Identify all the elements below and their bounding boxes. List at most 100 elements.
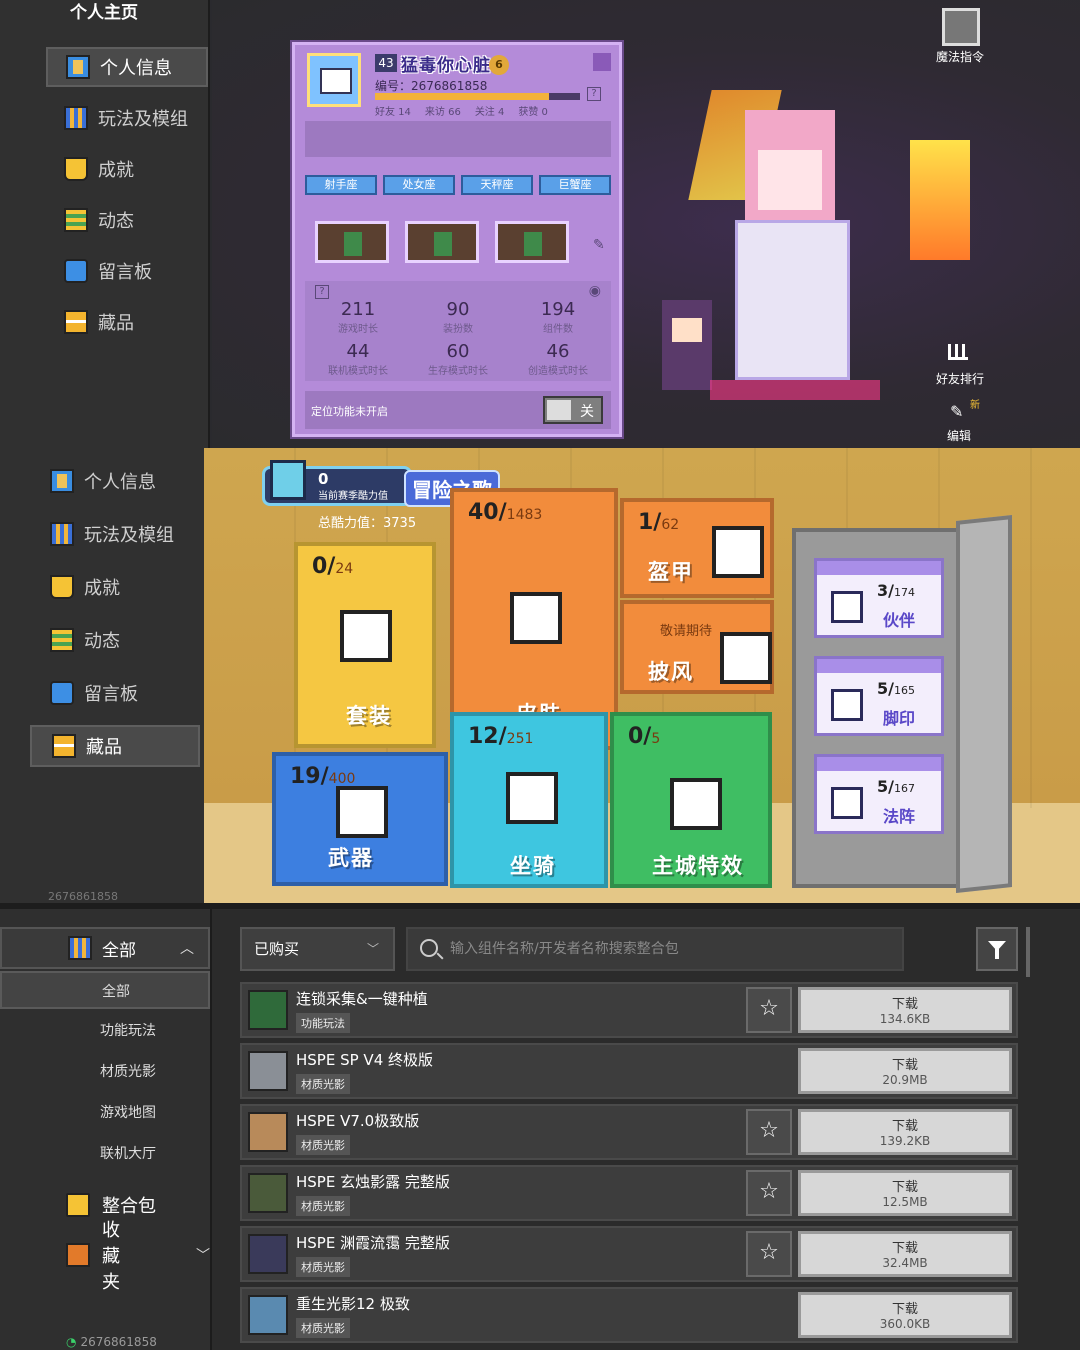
modpack-icon xyxy=(66,1193,90,1217)
social-stat[interactable]: 获赞 0 xyxy=(518,103,548,118)
subcategory-item[interactable]: 材质光影 xyxy=(0,1053,210,1091)
showcase-slot[interactable] xyxy=(315,221,389,263)
download-button[interactable]: 下载 12.5MB xyxy=(798,1170,1012,1216)
scrollbar[interactable] xyxy=(1026,927,1030,977)
zodiac-tag[interactable]: 射手座 xyxy=(305,175,377,195)
search-input[interactable]: 输入组件名称/开发者名称搜索整合包 xyxy=(406,927,904,971)
subcategory-item[interactable]: 游戏地图 xyxy=(0,1094,210,1132)
locker-mount[interactable]: 12/251 坐骑 xyxy=(450,712,608,888)
favorite-star-button[interactable]: ☆ xyxy=(746,1231,792,1277)
locker-skin[interactable]: 40/1483皮肤 xyxy=(450,488,618,750)
chevron-down-icon[interactable]: ﹀ xyxy=(196,1245,210,1265)
zodiac-tag[interactable]: 处女座 xyxy=(383,175,455,195)
friend-rank-label[interactable]: 好友排行 xyxy=(936,370,984,387)
total-count: 174 xyxy=(893,586,915,599)
showcase-slot[interactable] xyxy=(405,221,479,263)
sidebar-item-5[interactable]: 藏品 xyxy=(46,302,208,342)
package-row[interactable]: HSPE SP V4 终极版 材质光影 下载 20.9MB xyxy=(240,1043,1018,1099)
category-all-header[interactable]: 全部 ︿ xyxy=(0,927,210,969)
player-id[interactable]: 编号：2676861858 xyxy=(375,77,487,94)
stat-label: 创造模式时长 xyxy=(528,366,588,377)
showcase-slot[interactable] xyxy=(495,221,569,263)
social-stat[interactable]: 好友 14 xyxy=(375,103,411,118)
favorite-star-button[interactable]: ☆ xyxy=(746,1109,792,1155)
favorite-star-button[interactable]: ☆ xyxy=(746,1170,792,1216)
package-row[interactable]: HSPE V7.0极致版 材质光影 ☆ 下载 139.2KB xyxy=(240,1104,1018,1160)
edit-showcase-icon[interactable]: ✎ xyxy=(593,237,605,253)
sidebar-item-4[interactable]: 留言板 xyxy=(30,672,200,714)
favorite-star-button[interactable]: ☆ xyxy=(746,987,792,1033)
download-label: 下载 xyxy=(891,1119,918,1134)
download-button[interactable]: 下载 20.9MB xyxy=(798,1048,1012,1094)
package-row[interactable]: HSPE 渊霞流霭 完整版 材质光影 ☆ 下载 32.4MB xyxy=(240,1226,1018,1282)
package-row[interactable]: 连锁采集&一键种植 功能玩法 ☆ 下载 134.6KB xyxy=(240,982,1018,1038)
stat-value: 90 xyxy=(446,299,470,320)
sidebar-item-3[interactable]: 动态 xyxy=(30,619,200,661)
game-mods-icon xyxy=(50,522,74,546)
cabinet-tag[interactable]: 3/174 伙伴 xyxy=(814,558,944,638)
sidebar-item-4[interactable]: 留言板 xyxy=(46,251,208,291)
locker-weapon[interactable]: 19/400 武器 xyxy=(272,752,448,886)
visibility-eye-icon[interactable]: ◉ xyxy=(589,283,601,299)
locker-title: 披风 xyxy=(648,660,694,684)
subcategory-item[interactable]: 全部 xyxy=(0,971,210,1009)
subcategory-item[interactable]: 联机大厅 xyxy=(0,1135,210,1173)
edit-pencil-icon[interactable]: ✎ xyxy=(950,402,963,421)
signature-box[interactable] xyxy=(305,121,611,157)
group-label: 整合包 xyxy=(102,1196,156,1217)
magic-command-label: 魔法指令 xyxy=(936,50,985,64)
purchase-filter-dropdown[interactable]: 已购买 ﹀ xyxy=(240,927,395,971)
locker-hat[interactable]: 1/62 盔甲 xyxy=(620,498,774,598)
download-size: 20.9MB xyxy=(882,1073,928,1087)
social-stat[interactable]: 关注 4 xyxy=(475,103,505,118)
cabinet-tag[interactable]: 5/167 法阵 xyxy=(814,754,944,834)
sidebar-item-1[interactable]: 玩法及模组 xyxy=(30,513,200,555)
tag-title: 脚印 xyxy=(883,709,916,728)
locker-title: 套装 xyxy=(346,704,392,728)
stat-cell: 60 生存模式时长 xyxy=(408,341,508,377)
social-stat[interactable]: 来访 66 xyxy=(425,103,461,118)
magic-command-button[interactable] xyxy=(942,8,980,46)
trophy-icon xyxy=(64,157,88,181)
zodiac-tag[interactable]: 天秤座 xyxy=(461,175,533,195)
sidebar-item-0[interactable]: 个人信息 xyxy=(46,47,208,87)
zodiac-tag[interactable]: 巨蟹座 xyxy=(539,175,611,195)
package-thumbnail xyxy=(248,990,288,1030)
filter-funnel-button[interactable] xyxy=(976,927,1018,971)
sidebar-item-2[interactable]: 成就 xyxy=(46,149,208,189)
download-button[interactable]: 下载 32.4MB xyxy=(798,1231,1012,1277)
sidebar-item-2[interactable]: 成就 xyxy=(30,566,200,608)
sidebar-item-1[interactable]: 玩法及模组 xyxy=(46,98,208,138)
package-row[interactable]: 重生光影12 极致 材质光影 下载 360.0KB xyxy=(240,1287,1018,1343)
edit-label[interactable]: 编辑 xyxy=(947,427,971,444)
player-character[interactable] xyxy=(710,110,880,410)
group-favorites[interactable]: 收藏夹 ﹀ xyxy=(66,1220,210,1293)
sidebar-item-label: 留言板 xyxy=(84,684,138,705)
sidebar-item-3[interactable]: 动态 xyxy=(46,200,208,240)
locker-fx[interactable]: 0/5 主城特效 xyxy=(610,712,772,888)
download-button[interactable]: 下载 134.6KB xyxy=(798,987,1012,1033)
help-icon[interactable]: ? xyxy=(315,285,329,299)
package-thumbnail xyxy=(248,1051,288,1091)
ranking-icon[interactable] xyxy=(948,344,968,360)
locker-suit[interactable]: 0/24 套装 xyxy=(294,542,436,748)
stat-cell: 46 创造模式时长 xyxy=(508,341,608,377)
total-count: 251 xyxy=(506,731,534,747)
chevron-up-icon[interactable]: ︿ xyxy=(180,938,194,958)
stat-value: 194 xyxy=(540,299,576,320)
subcategory-item[interactable]: 功能玩法 xyxy=(0,1012,210,1050)
avatar[interactable] xyxy=(307,53,361,107)
cabinet-tag[interactable]: 5/165 脚印 xyxy=(814,656,944,736)
package-row[interactable]: HSPE 玄烛影露 完整版 材质光影 ☆ 下载 12.5MB xyxy=(240,1165,1018,1221)
sidebar-item-5[interactable]: 藏品 xyxy=(30,725,200,767)
xp-bar xyxy=(375,93,580,100)
help-icon[interactable]: ? xyxy=(587,87,601,101)
download-button[interactable]: 下载 139.2KB xyxy=(798,1109,1012,1155)
locker-cape[interactable]: 敬请期待 披风 xyxy=(620,600,774,694)
sidebar-item-0[interactable]: 个人信息 xyxy=(30,460,200,502)
package-tag: 材质光影 xyxy=(296,1318,350,1338)
location-toggle[interactable]: 关 xyxy=(543,396,603,424)
all-category-icon xyxy=(68,936,92,960)
owned-count: 12/ xyxy=(468,724,507,749)
download-button[interactable]: 下载 360.0KB xyxy=(798,1292,1012,1338)
